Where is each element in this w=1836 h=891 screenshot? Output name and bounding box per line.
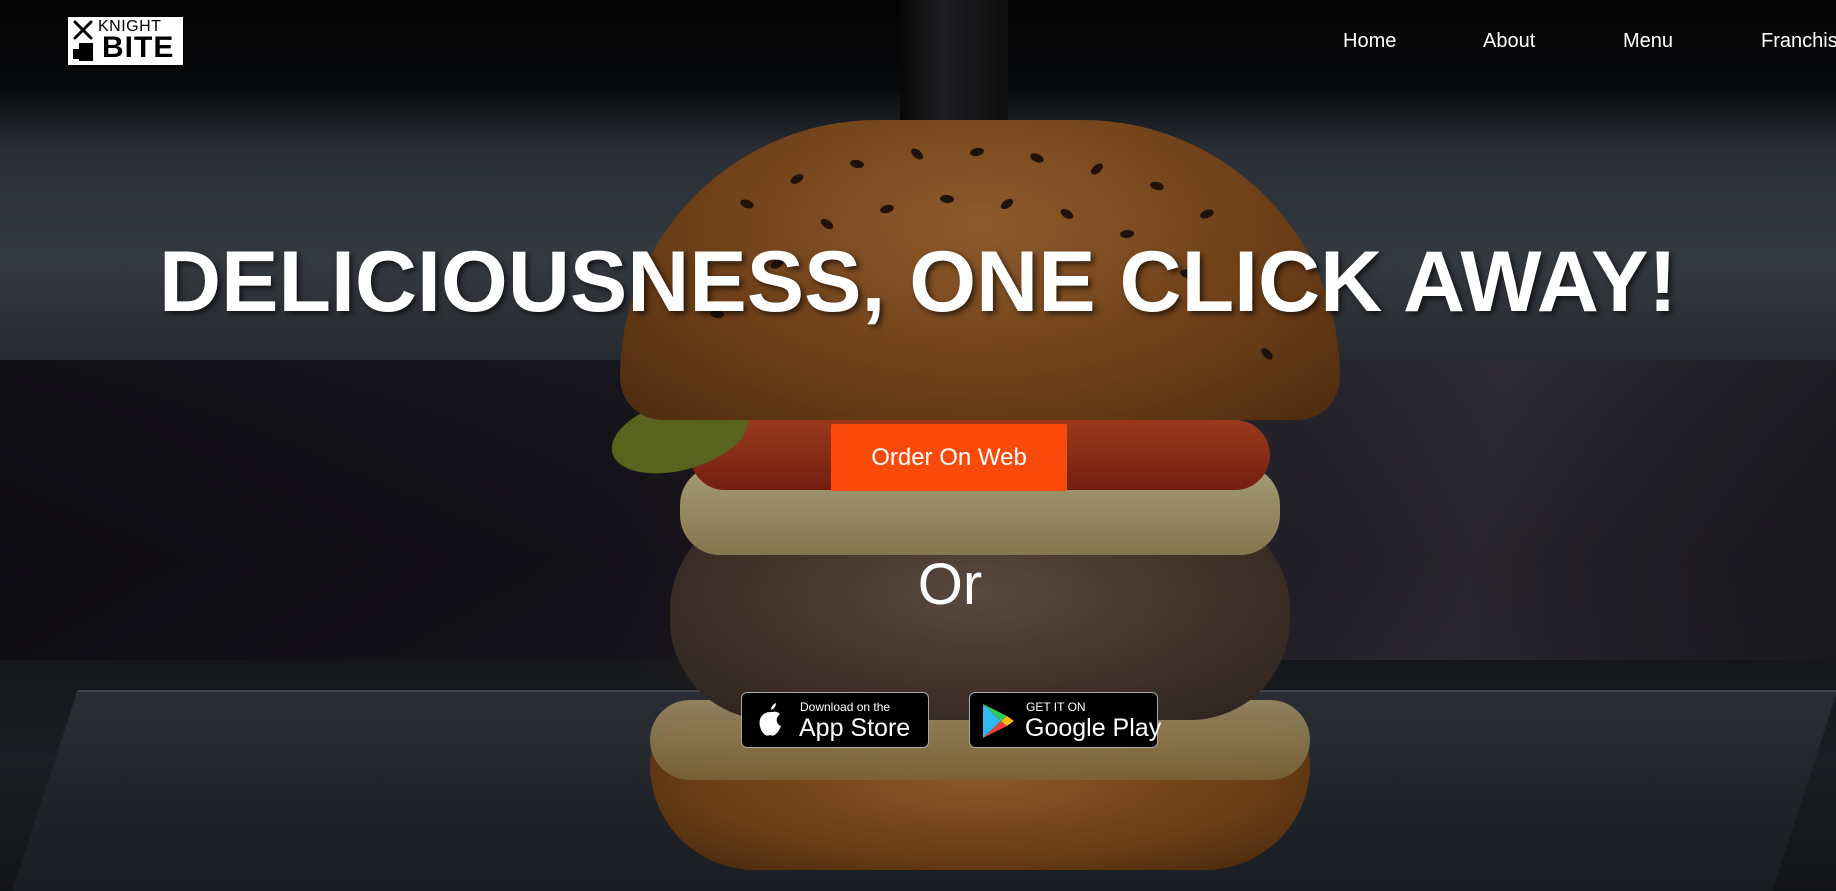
google-play-big-text: Google Play bbox=[1025, 714, 1162, 742]
apple-icon bbox=[759, 703, 781, 736]
top-navbar: KNIGHT BITE Home About Menu Franchis bbox=[0, 0, 1836, 82]
google-play-badge[interactable]: GET IT ON Google Play bbox=[969, 692, 1162, 748]
app-store-big-text: App Store bbox=[799, 714, 911, 742]
hero-headline: DELICIOUSNESS, ONE CLICK AWAY! bbox=[159, 234, 1677, 330]
nav-about[interactable]: About bbox=[1483, 29, 1535, 53]
nav-franchise[interactable]: Franchis bbox=[1761, 29, 1836, 53]
hero-section: KNIGHT BITE Home About Menu Franchis DEL… bbox=[0, 0, 1836, 891]
google-play-icon bbox=[983, 704, 1014, 738]
nav-home[interactable]: Home bbox=[1343, 29, 1396, 53]
or-separator: Or bbox=[917, 552, 983, 617]
google-play-small-text: GET IT ON bbox=[1026, 700, 1086, 714]
app-store-badge[interactable]: Download on the App Store bbox=[741, 692, 929, 748]
app-store-small-text: Download on the bbox=[800, 700, 891, 714]
nav-links: Home About Menu Franchis bbox=[0, 29, 1836, 53]
order-on-web-button[interactable]: Order On Web bbox=[831, 424, 1067, 491]
nav-menu[interactable]: Menu bbox=[1623, 29, 1673, 53]
